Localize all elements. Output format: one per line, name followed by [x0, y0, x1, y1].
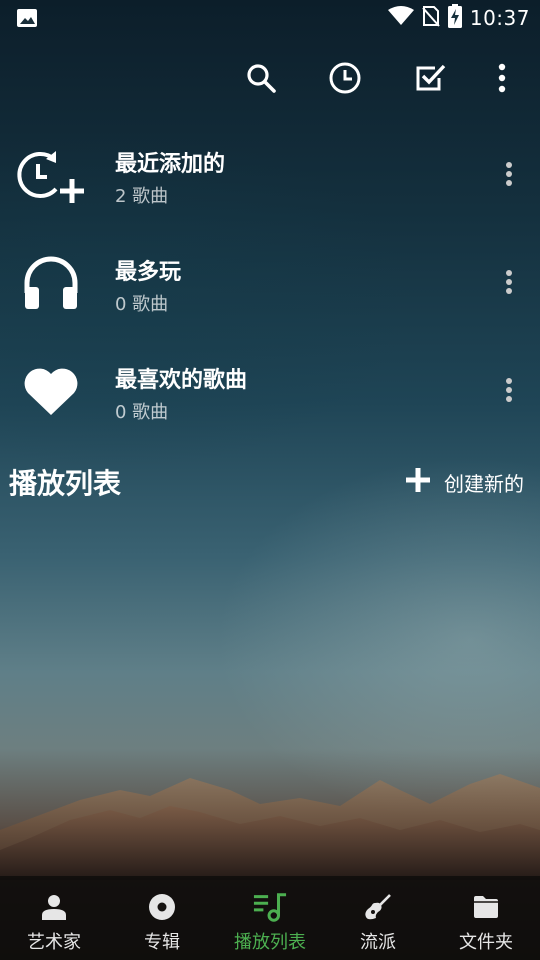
heart-icon: [16, 356, 86, 426]
more-vertical-icon[interactable]: [494, 368, 524, 412]
folder-icon: [469, 890, 503, 924]
create-playlist-label: 创建新的: [444, 471, 524, 496]
playlist-title: 最近添加的: [115, 152, 226, 177]
nav-label: 艺术家: [27, 932, 81, 953]
status-time: 10:37: [469, 6, 530, 30]
nav-item-playlists[interactable]: 播放列表: [216, 876, 324, 960]
battery-charging-icon: [447, 4, 462, 32]
more-vertical-icon[interactable]: [494, 152, 524, 196]
section-title-playlists: 播放列表: [9, 467, 122, 500]
no-sim-icon: [422, 5, 440, 31]
playlist-song-count: 0 歌曲: [115, 402, 169, 423]
playlist-song-count: 2 歌曲: [115, 186, 169, 207]
headphones-icon: [16, 248, 86, 318]
history-icon[interactable]: [325, 58, 365, 98]
image-icon: [16, 8, 38, 28]
plus-icon: [404, 466, 432, 498]
recently-added-icon: [16, 140, 86, 210]
create-playlist-button[interactable]: 创建新的: [404, 464, 524, 500]
search-icon[interactable]: [241, 58, 281, 98]
list-item-most-played[interactable]: 最多玩 0 歌曲: [0, 230, 540, 338]
nav-label: 流派: [360, 932, 396, 953]
nav-item-genres[interactable]: 流派: [324, 876, 432, 960]
guitar-icon: [361, 890, 395, 924]
nav-item-artists[interactable]: 艺术家: [0, 876, 108, 960]
nav-label: 文件夹: [459, 932, 513, 953]
status-bar: 10:37: [0, 0, 540, 36]
person-icon: [37, 890, 71, 924]
nav-item-albums[interactable]: 专辑: [108, 876, 216, 960]
mountain-silhouette: [0, 774, 540, 880]
nav-label: 专辑: [144, 932, 180, 953]
playlist-icon: [253, 890, 287, 924]
album-icon: [145, 890, 179, 924]
playlist-song-count: 0 歌曲: [115, 294, 169, 315]
nav-label: 播放列表: [234, 932, 306, 953]
list-item-favorites[interactable]: 最喜欢的歌曲 0 歌曲: [0, 338, 540, 446]
bottom-navigation: 艺术家 专辑 播放列表 流派 文件夹: [0, 876, 540, 960]
wifi-icon: [387, 6, 414, 30]
more-vertical-icon[interactable]: [482, 58, 522, 98]
select-icon[interactable]: [410, 58, 450, 98]
playlist-title: 最喜欢的歌曲: [115, 368, 248, 393]
nav-item-folders[interactable]: 文件夹: [432, 876, 540, 960]
playlist-title: 最多玩: [115, 260, 182, 285]
list-item-recently-added[interactable]: 最近添加的 2 歌曲: [0, 122, 540, 230]
more-vertical-icon[interactable]: [494, 260, 524, 304]
